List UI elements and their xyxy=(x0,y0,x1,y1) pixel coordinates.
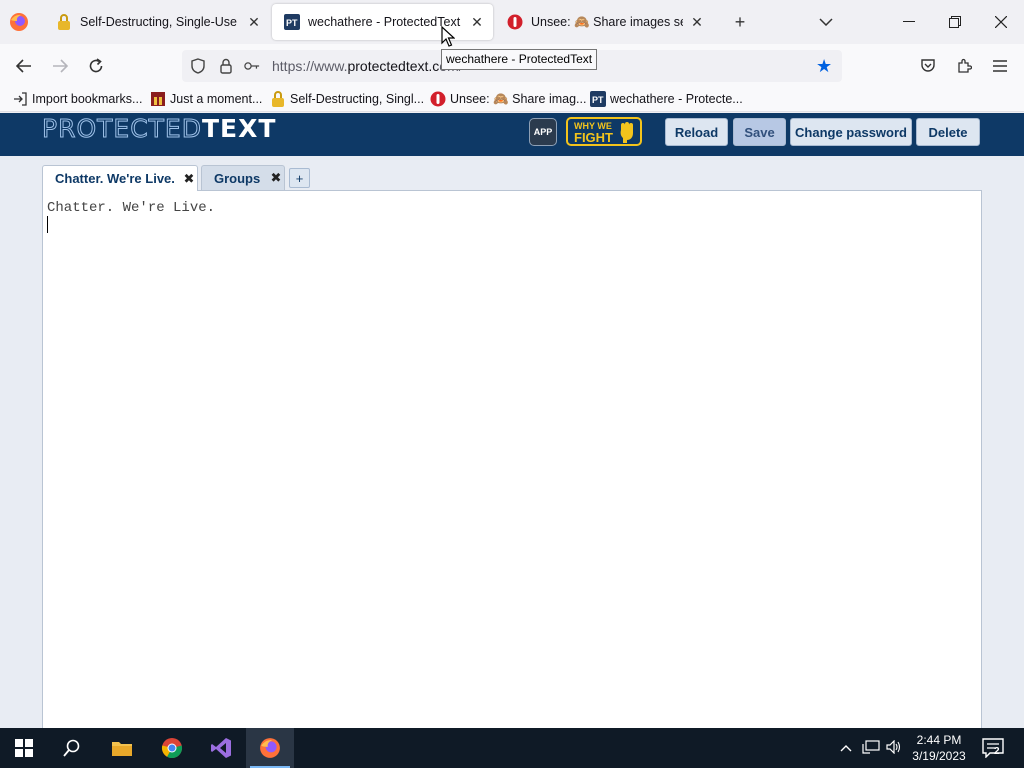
tab-self-destructing[interactable]: Self-Destructing, Single-Use File ✕ xyxy=(44,4,270,40)
reload-page-icon[interactable] xyxy=(82,52,110,80)
bookmark-wechathere[interactable]: PT wechathere - Protecte... xyxy=(590,90,743,108)
raised-fist-icon xyxy=(620,122,633,143)
add-tab-button[interactable]: + xyxy=(289,168,310,188)
pocket-icon[interactable] xyxy=(916,54,940,78)
url-text: https://www.protectedtext.com/ xyxy=(272,58,463,74)
bookmark-import[interactable]: Import bookmarks... xyxy=(12,90,142,108)
tab-title: Unsee: 🙈 Share images secure xyxy=(531,14,683,29)
url-scheme: https://www. xyxy=(272,58,348,74)
search-icon[interactable] xyxy=(48,728,96,768)
bookmark-label: Just a moment... xyxy=(170,92,263,106)
app-badge[interactable]: APP xyxy=(529,118,557,146)
page-viewport: PROTECTEDTEXT APP WHY WE FIGHT Reload Sa… xyxy=(0,113,1024,728)
minimize-window-icon[interactable] xyxy=(886,0,932,44)
tracking-protection-shield-icon[interactable] xyxy=(190,58,206,74)
bookmark-just-a-moment[interactable]: Just a moment... xyxy=(150,90,262,108)
list-all-tabs-chevron-icon[interactable] xyxy=(814,10,838,34)
bookmark-label: Import bookmarks... xyxy=(32,92,143,106)
permissions-key-icon[interactable] xyxy=(244,58,260,74)
unsee-favicon-icon xyxy=(507,14,523,30)
pt-favicon-icon: PT xyxy=(590,91,606,107)
tab-groups[interactable]: Groups ✖ xyxy=(201,165,285,190)
protectedtext-logo[interactable]: PROTECTEDTEXT xyxy=(42,114,277,144)
show-hidden-icons-chevron-icon[interactable] xyxy=(840,740,852,755)
clock-time: 2:44 PM xyxy=(916,733,962,747)
site-header: PROTECTEDTEXT APP WHY WE FIGHT Reload Sa… xyxy=(0,113,1024,156)
fight-badge-line2: FIGHT xyxy=(574,130,613,145)
bookmark-self-destructing[interactable]: Self-Destructing, Singl... xyxy=(270,90,424,108)
tab-label: Chatter. We're Live. xyxy=(55,171,175,186)
close-tab-icon[interactable]: ✖ xyxy=(181,171,197,187)
tab-unsee[interactable]: Unsee: 🙈 Share images secure ✕ xyxy=(495,4,713,40)
gift-favicon-icon xyxy=(150,91,166,107)
tab-tooltip: wechathere - ProtectedText xyxy=(441,49,598,70)
delete-button[interactable]: Delete xyxy=(916,118,980,146)
why-we-fight-badge[interactable]: WHY WE FIGHT xyxy=(566,117,642,146)
lock-favicon-icon xyxy=(270,91,286,107)
notification-count-badge: 2 xyxy=(994,746,1000,757)
reload-button[interactable]: Reload xyxy=(665,118,728,146)
save-button[interactable]: Save xyxy=(733,118,786,146)
restore-window-icon[interactable] xyxy=(932,0,978,44)
taskbar-clock[interactable]: 2:44 PM 3/19/2023 xyxy=(904,732,974,764)
svg-text:PT: PT xyxy=(592,95,604,105)
firefox-menu-icon[interactable] xyxy=(9,12,29,32)
pt-favicon-icon: PT xyxy=(284,14,300,30)
tab-title: wechathere - ProtectedText xyxy=(308,15,461,29)
windows-start-icon[interactable] xyxy=(0,728,48,768)
logo-part-text: TEXT xyxy=(201,114,277,143)
text-editor[interactable]: Chatter. We're Live. xyxy=(42,190,982,728)
tab-chatter[interactable]: Chatter. We're Live. ✖ xyxy=(42,165,198,191)
close-tab-icon[interactable]: ✕ xyxy=(246,14,262,30)
svg-text:PT: PT xyxy=(286,18,298,28)
padlock-icon[interactable] xyxy=(218,58,234,74)
bookmark-label: Self-Destructing, Singl... xyxy=(290,92,425,106)
app-badge-label: APP xyxy=(533,127,553,137)
tab-title: Self-Destructing, Single-Use File xyxy=(80,15,240,29)
mouse-cursor-icon xyxy=(441,26,455,47)
chrome-icon[interactable] xyxy=(148,728,196,768)
visual-studio-icon[interactable] xyxy=(197,728,245,768)
hamburger-menu-icon[interactable] xyxy=(988,54,1012,78)
unsee-favicon-icon xyxy=(430,91,446,107)
bookmark-label: Unsee: 🙈 Share imag... xyxy=(450,91,587,106)
tab-label: Groups xyxy=(214,170,261,186)
close-window-icon[interactable] xyxy=(978,0,1024,44)
extensions-puzzle-icon[interactable] xyxy=(952,54,976,78)
bookmarks-toolbar: Import bookmarks... Just a moment... Sel… xyxy=(0,86,1024,112)
close-tab-icon[interactable]: ✕ xyxy=(469,14,485,30)
close-tab-icon[interactable]: ✖ xyxy=(268,170,284,186)
url-host: protectedtext.c xyxy=(347,58,440,74)
lock-favicon-icon xyxy=(56,14,72,30)
editor-content[interactable]: Chatter. We're Live. xyxy=(47,199,215,217)
file-explorer-icon[interactable] xyxy=(98,728,146,768)
import-icon xyxy=(12,91,28,107)
tab-protectedtext[interactable]: PT wechathere - ProtectedText ✕ xyxy=(272,4,493,40)
network-icon[interactable] xyxy=(862,740,880,757)
clock-date: 3/19/2023 xyxy=(912,749,966,763)
back-arrow-icon[interactable] xyxy=(10,52,38,80)
browser-tab-strip: Self-Destructing, Single-Use File ✕ PT w… xyxy=(0,0,1024,44)
text-caret xyxy=(47,216,48,233)
logo-part-protected: PROTECTED xyxy=(42,114,202,144)
bookmark-unsee[interactable]: Unsee: 🙈 Share imag... xyxy=(430,90,586,108)
firefox-taskbar-icon[interactable] xyxy=(246,728,294,768)
windows-taskbar: 2:44 PM 3/19/2023 2 xyxy=(0,728,1024,768)
new-tab-plus-icon[interactable]: + xyxy=(728,10,752,34)
close-tab-icon[interactable]: ✕ xyxy=(689,14,705,30)
volume-icon[interactable] xyxy=(886,739,902,757)
bookmark-label: wechathere - Protecte... xyxy=(610,92,743,106)
bookmark-star-icon[interactable]: ★ xyxy=(816,56,832,77)
forward-arrow-icon[interactable] xyxy=(46,52,74,80)
change-password-button[interactable]: Change password xyxy=(790,118,912,146)
